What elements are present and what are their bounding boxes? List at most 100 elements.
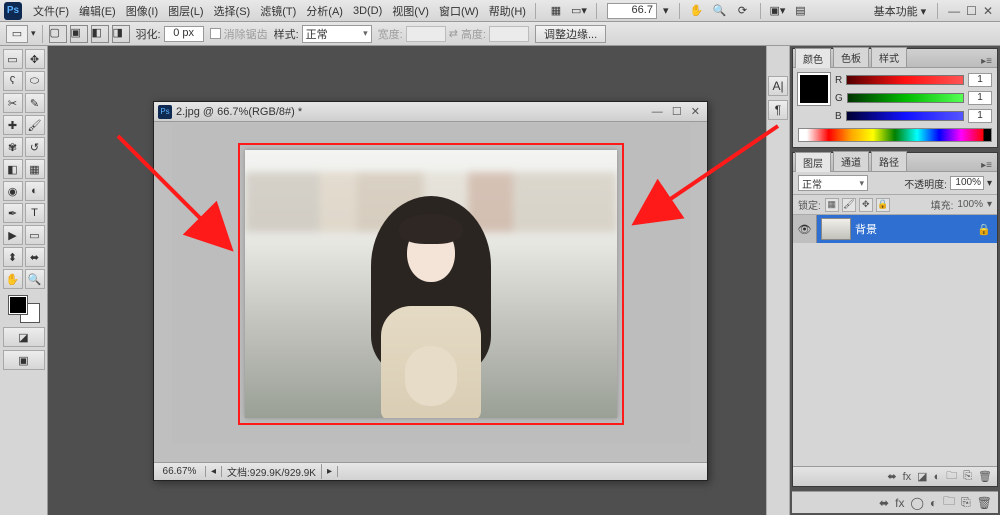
menu-view[interactable]: 视图(V) bbox=[387, 3, 434, 19]
workspace-switcher[interactable]: 基本功能 ▾ bbox=[870, 3, 931, 19]
r-value[interactable]: 1 bbox=[968, 73, 992, 87]
screen-mode-icon[interactable]: ▣▾ bbox=[768, 2, 788, 20]
extras-icon[interactable]: ▤ bbox=[791, 2, 811, 20]
mb-circle-icon[interactable]: ◯ bbox=[910, 496, 923, 510]
mb-fx-icon[interactable]: fx bbox=[895, 496, 904, 510]
lock-all-icon[interactable]: 🔒 bbox=[876, 198, 890, 212]
zoom-tool-icon[interactable]: 🔍 bbox=[710, 2, 730, 20]
tool-clone[interactable]: ✾ bbox=[3, 137, 23, 157]
tool-3d-cam[interactable]: ⬌ bbox=[25, 247, 45, 267]
tool-lasso[interactable]: ʕ bbox=[3, 71, 23, 91]
status-menu[interactable]: ▸ bbox=[322, 466, 338, 477]
tab-color[interactable]: 颜色 bbox=[795, 48, 831, 68]
tool-gradient[interactable]: ▦ bbox=[25, 159, 45, 179]
tool-eyedropper[interactable]: ✎ bbox=[25, 93, 45, 113]
status-arrow-left[interactable]: ◂ bbox=[206, 466, 222, 477]
tool-history-brush[interactable]: ↺ bbox=[25, 137, 45, 157]
menu-window[interactable]: 窗口(W) bbox=[434, 3, 484, 19]
layer-name[interactable]: 背景 bbox=[855, 221, 877, 237]
status-zoom[interactable]: 66.67% bbox=[154, 466, 206, 477]
tool-hand[interactable]: ✋ bbox=[3, 269, 23, 289]
selection-mode-buttons[interactable]: ▢ ▣ ◧ ◨ bbox=[49, 25, 130, 43]
foreground-color[interactable] bbox=[9, 296, 27, 314]
g-slider[interactable] bbox=[847, 93, 964, 103]
tab-styles[interactable]: 样式 bbox=[871, 47, 907, 67]
opacity-input[interactable]: 100% bbox=[950, 176, 984, 190]
tool-crop[interactable]: ✂ bbox=[3, 93, 23, 113]
quick-mask-toggle[interactable]: ◪ bbox=[3, 327, 45, 347]
lock-transp-icon[interactable]: ▦ bbox=[825, 198, 839, 212]
adjust-layer-icon[interactable]: ◐ bbox=[934, 471, 941, 483]
new-layer-icon[interactable]: ⎘ bbox=[963, 470, 972, 483]
g-value[interactable]: 1 bbox=[968, 91, 992, 105]
tool-marquee[interactable]: ▭ bbox=[3, 49, 23, 69]
rotate-view-icon[interactable]: ⟳ bbox=[733, 2, 753, 20]
menu-image[interactable]: 图像(I) bbox=[121, 3, 163, 19]
fx-icon[interactable]: fx bbox=[903, 471, 912, 483]
doc-window-controls[interactable]: — ☐ ✕ bbox=[652, 105, 703, 118]
menu-analysis[interactable]: 分析(A) bbox=[301, 3, 348, 19]
dock-char-icon[interactable]: A| bbox=[768, 76, 788, 96]
document-titlebar[interactable]: Ps 2.jpg @ 66.7%(RGB/8#) * — ☐ ✕ bbox=[154, 102, 707, 122]
tool-type[interactable]: T bbox=[25, 203, 45, 223]
tab-swatches[interactable]: 色板 bbox=[833, 47, 869, 67]
feather-input[interactable]: 0 px bbox=[164, 26, 204, 42]
tool-dodge[interactable]: ◐ bbox=[25, 181, 45, 201]
tab-paths[interactable]: 路径 bbox=[871, 151, 907, 171]
tool-3d[interactable]: ⬍ bbox=[3, 247, 23, 267]
tool-pen[interactable]: ✒ bbox=[3, 203, 23, 223]
style-select[interactable]: 正常 bbox=[302, 25, 372, 43]
mb-folder-icon[interactable]: 🗀 bbox=[943, 492, 955, 513]
visibility-toggle-icon[interactable]: 👁 bbox=[793, 215, 817, 243]
tab-channels[interactable]: 通道 bbox=[833, 151, 869, 171]
layer-thumb[interactable] bbox=[821, 218, 851, 240]
tool-path-select[interactable]: ▶ bbox=[3, 225, 23, 245]
b-slider[interactable] bbox=[846, 111, 964, 121]
layer-row[interactable]: 👁 背景 🔒 bbox=[793, 215, 997, 243]
arrange-docs-icon[interactable]: ▭▾ bbox=[569, 2, 589, 20]
lock-pixels-icon[interactable]: 🖌 bbox=[842, 198, 856, 212]
window-controls[interactable]: —☐✕ bbox=[945, 4, 996, 18]
layers-panel-menu-icon[interactable]: ▸≡ bbox=[976, 160, 997, 171]
launch-bridge-icon[interactable]: ▦ bbox=[546, 2, 566, 20]
color-spectrum[interactable] bbox=[798, 128, 992, 142]
delete-layer-icon[interactable]: 🗑 bbox=[978, 470, 992, 483]
menu-filter[interactable]: 滤镜(T) bbox=[255, 3, 301, 19]
tool-zoom[interactable]: 🔍 bbox=[25, 269, 45, 289]
mask-icon[interactable]: ◪ bbox=[917, 470, 927, 483]
lock-pos-icon[interactable]: ✥ bbox=[859, 198, 873, 212]
fill-input[interactable]: 100% bbox=[957, 199, 983, 210]
dock-para-icon[interactable]: ¶ bbox=[768, 100, 788, 120]
blend-mode-select[interactable]: 正常 bbox=[798, 175, 868, 191]
tab-layers[interactable]: 图层 bbox=[795, 152, 831, 172]
mb-icon[interactable]: ⬌ bbox=[879, 496, 889, 510]
tool-move[interactable]: ✥ bbox=[25, 49, 45, 69]
menu-file[interactable]: 文件(F) bbox=[28, 3, 74, 19]
menu-layer[interactable]: 图层(L) bbox=[163, 3, 208, 19]
hand-tool-icon[interactable]: ✋ bbox=[687, 2, 707, 20]
screen-mode-toggle[interactable]: ▣ bbox=[3, 350, 45, 370]
tool-brush[interactable]: 🖌 bbox=[25, 115, 45, 135]
tool-healing[interactable]: ✚ bbox=[3, 115, 23, 135]
menu-select[interactable]: 选择(S) bbox=[209, 3, 256, 19]
b-value[interactable]: 1 bbox=[968, 109, 992, 123]
menu-3d[interactable]: 3D(D) bbox=[348, 5, 387, 17]
mb-new-icon[interactable]: ⎘ bbox=[961, 495, 971, 510]
marquee-preset-icon[interactable]: ▭ bbox=[6, 25, 28, 43]
r-slider[interactable] bbox=[846, 75, 964, 85]
tool-quick-select[interactable]: ⬭ bbox=[25, 71, 45, 91]
document-window[interactable]: Ps 2.jpg @ 66.7%(RGB/8#) * — ☐ ✕ bbox=[153, 101, 708, 481]
tool-shape[interactable]: ▭ bbox=[25, 225, 45, 245]
tool-blur[interactable]: ◉ bbox=[3, 181, 23, 201]
menu-edit[interactable]: 编辑(E) bbox=[74, 3, 121, 19]
group-icon[interactable]: 🗀 bbox=[946, 467, 957, 486]
mb-adjust-icon[interactable]: ◐ bbox=[930, 496, 937, 510]
color-thumb[interactable] bbox=[798, 73, 830, 105]
refine-edge-button[interactable]: 调整边缘... bbox=[535, 25, 606, 43]
color-swatch[interactable] bbox=[7, 294, 41, 324]
document-canvas[interactable] bbox=[172, 124, 690, 444]
zoom-input[interactable]: 66.7 bbox=[607, 3, 657, 19]
panel-menu-icon[interactable]: ▸≡ bbox=[976, 56, 997, 67]
menu-help[interactable]: 帮助(H) bbox=[484, 3, 531, 19]
tool-eraser[interactable]: ◧ bbox=[3, 159, 23, 179]
